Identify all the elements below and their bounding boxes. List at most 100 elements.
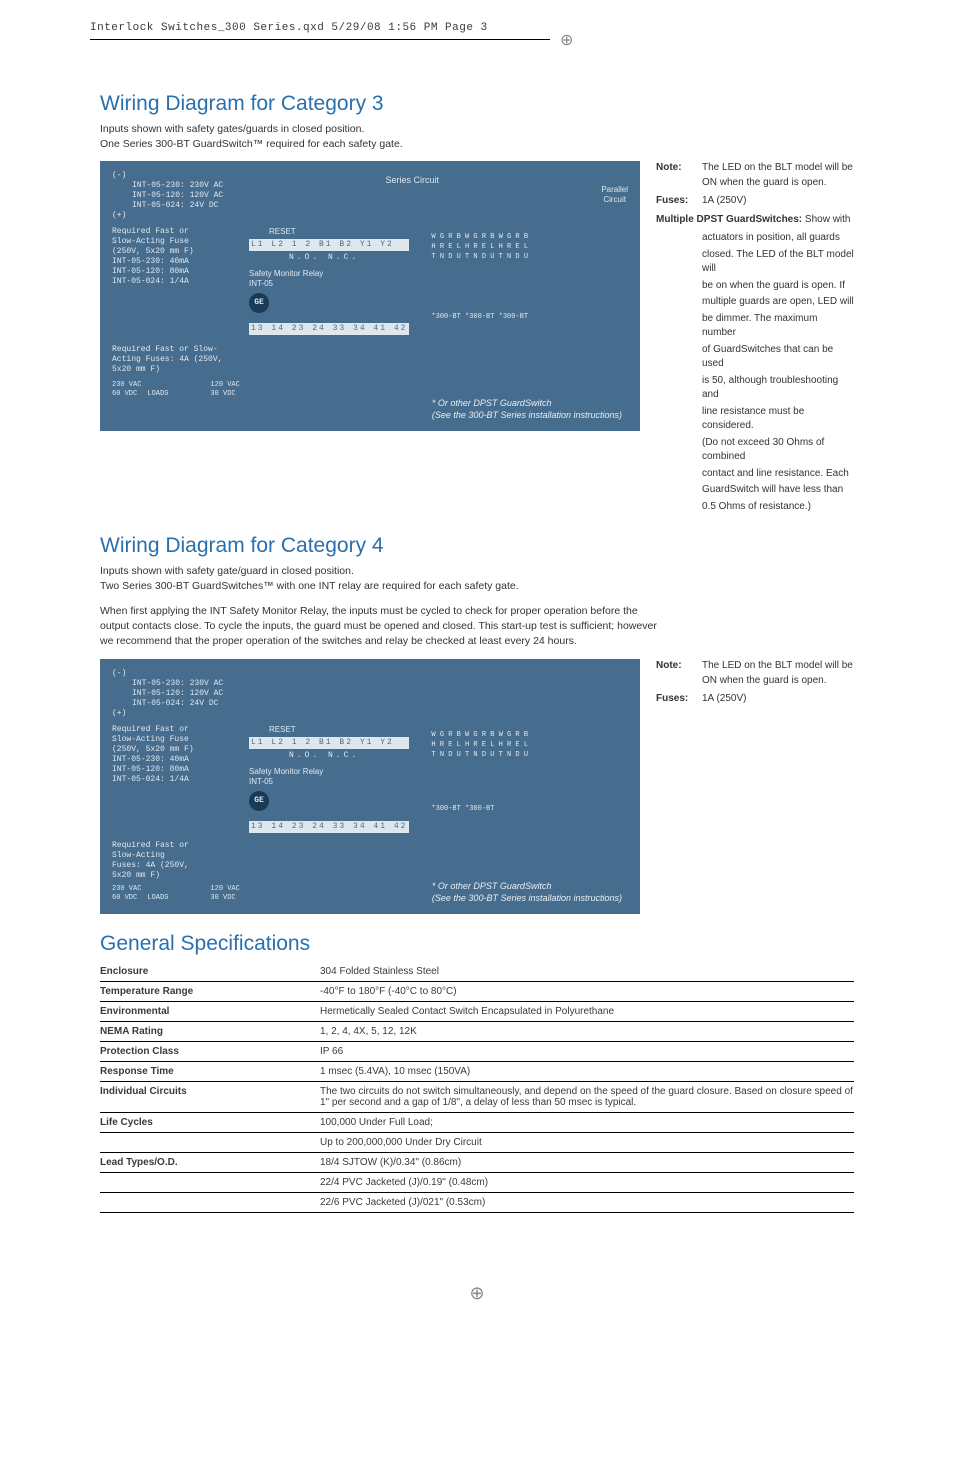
diag2-fuse6: INT-05-024: 1/4A: [112, 775, 227, 785]
register-mark-bottom-icon: ⊕: [0, 1283, 954, 1304]
diag2-v230: INT-05-230: 230V AC: [112, 679, 628, 689]
multi-line: be on when the guard is open. If: [656, 279, 854, 294]
multi-line: is 50, although troubleshooting and: [656, 374, 854, 403]
diag1-fuse3: (250V, 5x20 mm F): [112, 247, 227, 257]
section1-notes: Note: The LED on the BLT model will be O…: [656, 161, 854, 516]
diag1-wirecolors3: T N D U T N D U T N D U: [431, 253, 528, 263]
fuses1-label: Fuses:: [656, 194, 694, 209]
diag1-foot1: * Or other DPST GuardSwitch: [432, 397, 622, 409]
section2-para: When first applying the INT Safety Monit…: [100, 604, 660, 650]
diag2-polarity-neg: (-): [112, 669, 628, 679]
section2-sub2: Two Series 300-BT GuardSwitches™ with on…: [100, 579, 854, 594]
multi-label: Multiple DPST GuardSwitches:: [656, 214, 802, 225]
spec-value: Up to 200,000,000 Under Dry Circuit: [320, 1133, 854, 1153]
diag1-terminals: L1 L2 1 2 B1 B2 Y1 Y2: [249, 239, 409, 251]
table-row: Life Cycles100,000 Under Full Load;: [100, 1113, 854, 1133]
spec-value: 304 Folded Stainless Steel: [320, 962, 854, 982]
table-row: NEMA Rating1, 2, 4, 4X, 5, 12, 12K: [100, 1022, 854, 1042]
diag1-footnote: * Or other DPST GuardSwitch (See the 300…: [432, 397, 622, 421]
diag1-volts2: 60 VDC: [112, 390, 141, 399]
diag1-fuse6: INT-05-024: 1/4A: [112, 277, 227, 287]
spec-value: -40°F to 180°F (-40°C to 80°C): [320, 982, 854, 1002]
diag2-outrow: 13 14 23 24 33 34 41 42: [249, 821, 409, 833]
table-row: EnvironmentalHermetically Sealed Contact…: [100, 1002, 854, 1022]
diag1-series-label: Series Circuit: [386, 175, 440, 185]
diag1-fuse4: INT-05-230: 40mA: [112, 257, 227, 267]
spec-value: 22/4 PVC Jacketed (J)/0.19" (0.48cm): [320, 1173, 854, 1193]
note1-text: The LED on the BLT model will be ON when…: [702, 161, 854, 190]
diag1-polarity-neg: (-): [112, 171, 223, 181]
spec-value: The two circuits do not switch simultane…: [320, 1082, 854, 1113]
diag1-wirecolors2: H R E L H R E L H R E L: [431, 243, 528, 253]
note2-label: Note:: [656, 659, 694, 688]
section1-sub2: One Series 300-BT GuardSwitch™ required …: [100, 137, 854, 152]
ge-logo-icon: GE: [249, 293, 269, 313]
diag1-volts4: 30 VDC: [210, 390, 239, 399]
diag2-bfuse1: Required Fast or: [112, 841, 628, 851]
table-row: 22/6 PVC Jacketed (J)/021" (0.53cm): [100, 1193, 854, 1213]
diag2-bt-labels: *300-BT *300-BT: [431, 805, 528, 815]
table-row: Enclosure304 Folded Stainless Steel: [100, 962, 854, 982]
diag2-v120: INT-05-120: 120V AC: [112, 689, 628, 699]
multi-line: closed. The LED of the BLT model will: [656, 248, 854, 277]
multi-line: be dimmer. The maximum number: [656, 312, 854, 341]
multi-line: actuators in position, all guards: [656, 231, 854, 246]
table-row: Individual CircuitsThe two circuits do n…: [100, 1082, 854, 1113]
diag2-nonc: N.O. N.C.: [249, 749, 409, 761]
section1-sub1: Inputs shown with safety gates/guards in…: [100, 122, 854, 137]
note2-text: The LED on the BLT model will be ON when…: [702, 659, 854, 688]
table-row: Temperature Range-40°F to 180°F (-40°C t…: [100, 982, 854, 1002]
diag1-foot2: (See the 300-BT Series installation inst…: [432, 409, 622, 421]
diag1-volts3: 120 VAC: [210, 381, 239, 390]
diag2-v024: INT-05-024: 24V DC: [112, 699, 628, 709]
section2-notes: Note: The LED on the BLT model will be O…: [656, 659, 854, 711]
ge-logo-icon-2: GE: [249, 791, 269, 811]
diag2-volts3: 120 VAC: [210, 885, 239, 894]
spec-table: Enclosure304 Folded Stainless SteelTempe…: [100, 962, 854, 1213]
multi-line: contact and line resistance. Each: [656, 467, 854, 482]
diag2-foot1: * Or other DPST GuardSwitch: [432, 880, 622, 892]
section2-row: (-) INT-05-230: 230V AC INT-05-120: 120V…: [100, 659, 854, 914]
fuses1-text: 1A (250V): [702, 194, 746, 209]
diag2-footnote: * Or other DPST GuardSwitch (See the 300…: [432, 880, 622, 904]
multi-line: 0.5 Ohms of resistance.): [656, 500, 854, 515]
diag2-terminals: L1 L2 1 2 B1 B2 Y1 Y2: [249, 737, 409, 749]
diag2-relay2: INT-05: [249, 777, 409, 787]
diag1-bfuse1: Required Fast or Slow-: [112, 345, 628, 355]
multi-line: (Do not exceed 30 Ohms of combined: [656, 436, 854, 465]
section1-row: (-) INT-05-230: 230V AC INT-05-120: 120V…: [100, 161, 854, 516]
diag1-outrow: 13 14 23 24 33 34 41 42: [249, 323, 409, 335]
diag2-volts2: 60 VDC: [112, 894, 141, 903]
spec-key: [100, 1133, 320, 1153]
diag1-relay2: INT-05: [249, 279, 409, 289]
prepress-header: Interlock Switches_300 Series.qxd 5/29/0…: [0, 0, 954, 42]
diag1-parallel-label: Parallel Circuit: [601, 171, 628, 221]
spec-key: Response Time: [100, 1062, 320, 1082]
diag1-bfuse2: Acting Fuses: 4A (250V,: [112, 355, 628, 365]
spec-key: Enclosure: [100, 962, 320, 982]
spec-key: [100, 1193, 320, 1213]
spec-key: NEMA Rating: [100, 1022, 320, 1042]
spec-value: 18/4 SJTOW (K)/0.34" (0.86cm): [320, 1153, 854, 1173]
section2-sub1: Inputs shown with safety gate/guard in c…: [100, 564, 854, 579]
diag2-volts1: 230 VAC: [112, 885, 141, 894]
note1-label: Note:: [656, 161, 694, 190]
table-row: Lead Types/O.D.18/4 SJTOW (K)/0.34" (0.8…: [100, 1153, 854, 1173]
page-content: ⊕ ⊕ Wiring Diagram for Category 3 Inputs…: [0, 42, 954, 1253]
table-row: Up to 200,000,000 Under Dry Circuit: [100, 1133, 854, 1153]
diag2-wirecolors1: W G R B W G R B W G R B: [431, 731, 528, 741]
fuses2-label: Fuses:: [656, 692, 694, 707]
section1-title: Wiring Diagram for Category 3: [100, 92, 854, 116]
wiring-diagram-cat3: (-) INT-05-230: 230V AC INT-05-120: 120V…: [100, 161, 640, 431]
wiring-diagram-cat4: (-) INT-05-230: 230V AC INT-05-120: 120V…: [100, 659, 640, 914]
spec-value: 100,000 Under Full Load;: [320, 1113, 854, 1133]
diag2-fuse2: Slow-Acting Fuse: [112, 735, 227, 745]
section2-title: Wiring Diagram for Category 4: [100, 534, 854, 558]
diag2-fuse1: Required Fast or: [112, 725, 227, 735]
diag1-nonc: N.O. N.C.: [249, 251, 409, 263]
spec-value: 22/6 PVC Jacketed (J)/021" (0.53cm): [320, 1193, 854, 1213]
spec-key: Lead Types/O.D.: [100, 1153, 320, 1173]
diag1-bfuse3: 5x20 mm F): [112, 365, 628, 375]
diag1-reset: RESET: [249, 227, 409, 239]
multi-line: GuardSwitch will have less than: [656, 483, 854, 498]
